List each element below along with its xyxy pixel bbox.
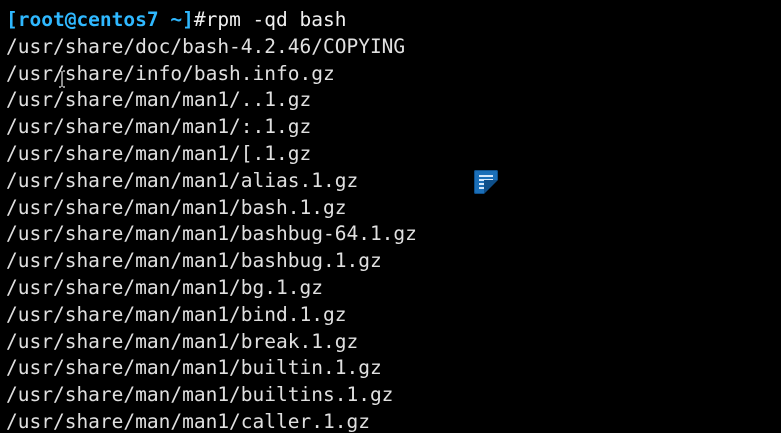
output-line: /usr/share/man/man1/..1.gz: [6, 88, 312, 112]
output-line: /usr/share/man/man1/bashbug-64.1.gz: [6, 222, 417, 246]
output-line: /usr/share/man/man1/builtins.1.gz: [6, 383, 394, 407]
output-line: /usr/share/man/man1/break.1.gz: [6, 329, 359, 353]
typed-command: #rpm -qd bash: [193, 8, 347, 31]
output-line: /usr/share/man/man1/bind.1.gz: [6, 302, 347, 326]
text-ibeam-cursor-icon: [59, 70, 65, 88]
output-line: /usr/share/man/man1/bash.1.gz: [6, 195, 347, 219]
terminal-window[interactable]: [root@centos7 ~]#rpm -qd bash /usr/share…: [0, 0, 781, 433]
output-line: /usr/share/man/man1/[.1.gz: [6, 141, 312, 165]
clipped-previous-line: [6, 0, 112, 6]
notes-document-icon[interactable]: [474, 170, 498, 194]
shell-prompt: [root@centos7 ~]: [6, 8, 194, 31]
command-line: [root@centos7 ~]#rpm -qd bash: [6, 7, 417, 34]
output-line: /usr/share/man/man1/bg.1.gz: [6, 275, 323, 299]
output-line: /usr/share/info/bash.info.gz: [6, 61, 335, 85]
output-line: /usr/share/man/man1/caller.1.gz: [6, 409, 370, 433]
output-line: /usr/share/man/man1/:.1.gz: [6, 115, 312, 139]
output-line: /usr/share/man/man1/alias.1.gz: [6, 168, 359, 192]
terminal-output: [root@centos7 ~]#rpm -qd bash /usr/share…: [6, 7, 417, 433]
output-line: /usr/share/man/man1/bashbug.1.gz: [6, 249, 382, 273]
output-line: /usr/share/man/man1/builtin.1.gz: [6, 356, 382, 380]
output-line: /usr/share/doc/bash-4.2.46/COPYING: [6, 34, 406, 58]
